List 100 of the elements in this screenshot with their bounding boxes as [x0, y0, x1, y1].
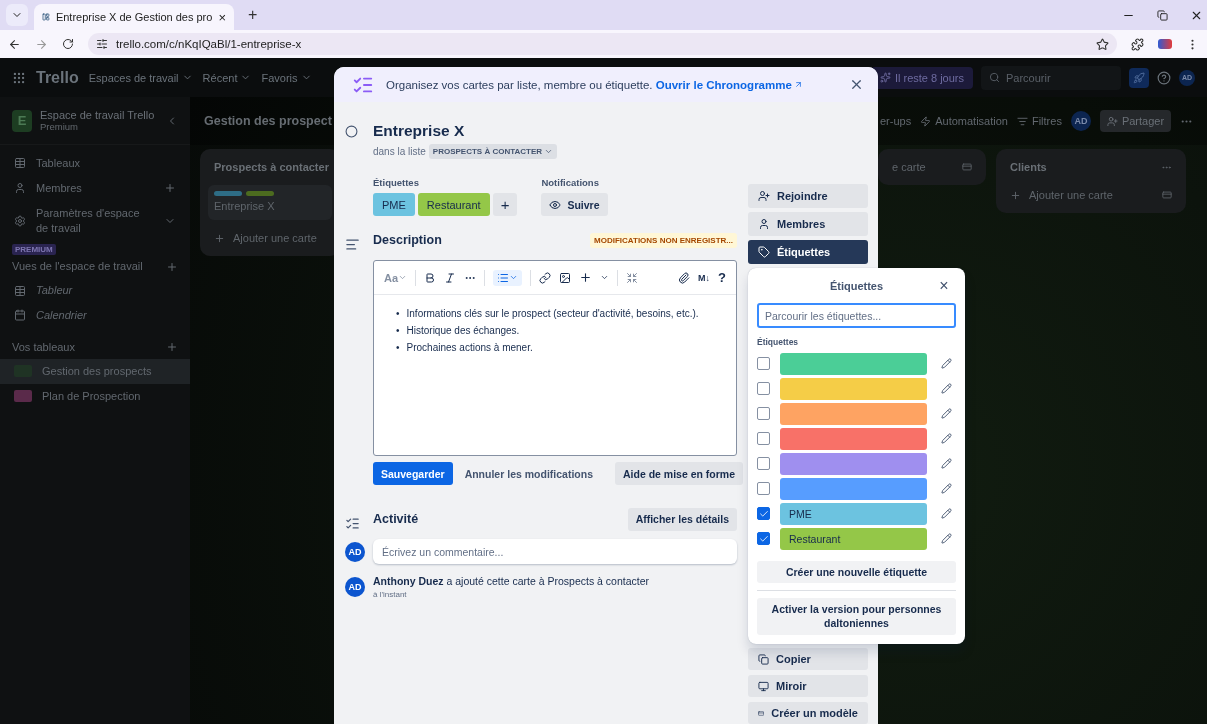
- add-card-button[interactable]: Ajouter une carte: [233, 232, 326, 244]
- list-dropdown[interactable]: PROSPECTS À CONTACTER: [428, 144, 557, 159]
- site-info-icon[interactable]: [96, 38, 108, 50]
- sidebar-board[interactable]: Plan de Prospection: [0, 383, 190, 409]
- board-tool[interactable]: Automatisation: [920, 115, 1008, 127]
- add-icon[interactable]: [166, 260, 178, 273]
- list-title[interactable]: Clients: [1010, 161, 1047, 173]
- star-icon[interactable]: [1096, 37, 1109, 51]
- board-tool[interactable]: Filtres: [1016, 115, 1062, 127]
- add-icon[interactable]: [166, 341, 178, 354]
- cancel-button[interactable]: Annuler les modifications: [462, 467, 595, 480]
- label-option[interactable]: Restaurant: [780, 527, 927, 550]
- add-label-button[interactable]: +: [492, 193, 518, 216]
- action-button[interactable]: Créer un modèle: [748, 702, 868, 724]
- action-button[interactable]: Copier: [748, 648, 868, 670]
- close-icon[interactable]: [849, 77, 864, 92]
- add-card-button[interactable]: Ajouter une carte: [1029, 189, 1154, 201]
- list-prefix: dans la liste: [373, 146, 426, 157]
- board-card[interactable]: Entreprise X: [208, 185, 332, 220]
- timeline-link[interactable]: Ouvrir le Chronogramme: [655, 78, 803, 91]
- header-menu[interactable]: Récent: [202, 71, 252, 84]
- add-icon[interactable]: [214, 232, 225, 244]
- avatar[interactable]: AD: [1070, 111, 1091, 131]
- markdown-button[interactable]: M↓: [698, 272, 711, 283]
- workspace-name[interactable]: Espace de travail Trello: [40, 109, 158, 121]
- header-menu[interactable]: Favoris: [261, 71, 312, 84]
- help-icon[interactable]: [1157, 70, 1171, 85]
- checkbox[interactable]: [757, 532, 770, 545]
- format-help-button[interactable]: Aide de mise en forme: [615, 462, 744, 485]
- tab-close[interactable]: ×: [218, 10, 226, 24]
- sidebar-board[interactable]: Gestion des prospects: [0, 358, 190, 384]
- watch-button[interactable]: Suivre: [541, 193, 608, 216]
- chevron-down-icon: [509, 273, 519, 282]
- label-chip[interactable]: PME: [373, 193, 415, 216]
- extensions-icon[interactable]: [1131, 37, 1144, 51]
- apps-icon[interactable]: [12, 70, 26, 85]
- list-title[interactable]: Prospects à contacter: [214, 161, 329, 173]
- reload-icon[interactable]: [62, 38, 74, 50]
- plus-icon[interactable]: [579, 271, 593, 284]
- description-editor[interactable]: Aa M↓ ? • Informations clés sur le prospect (secteur d'activité, besoins, etc.). • Historique des échanges. • Prochaines actions à mener.: [373, 260, 737, 456]
- label-option[interactable]: [780, 427, 927, 450]
- browser-tab[interactable]: Entreprise X de Gestion des pro ×: [34, 4, 234, 30]
- sidebar-item[interactable]: Tableur: [36, 283, 176, 299]
- action-button[interactable]: Étiquettes: [748, 240, 868, 264]
- bullet-list-button[interactable]: [493, 269, 523, 286]
- checkbox[interactable]: [757, 507, 770, 520]
- search-field[interactable]: Parcourir: [981, 65, 1121, 90]
- add-icon[interactable]: [164, 182, 176, 195]
- label-chip[interactable]: Restaurant: [417, 193, 490, 216]
- action-button[interactable]: Rejoindre: [748, 184, 868, 208]
- board-title[interactable]: Gestion des prospect: [204, 114, 334, 128]
- forward-icon[interactable]: [35, 37, 48, 51]
- checkbox[interactable]: [757, 482, 770, 495]
- add-icon[interactable]: [1010, 189, 1021, 201]
- attachment-icon[interactable]: [678, 271, 691, 284]
- status-circle-icon[interactable]: [345, 125, 358, 138]
- address-bar[interactable]: trello.com/c/nKqIQaBl/1-entreprise-x: [88, 33, 1117, 55]
- help-button[interactable]: ?: [718, 270, 726, 285]
- checkbox[interactable]: [757, 457, 770, 470]
- board-tool[interactable]: er-ups: [880, 115, 912, 127]
- person-plus-icon: [758, 190, 770, 202]
- text-style-button[interactable]: Aa: [384, 271, 408, 284]
- italic-icon[interactable]: [444, 271, 457, 284]
- save-button[interactable]: Sauvegarder: [373, 462, 453, 485]
- bold-icon[interactable]: [424, 271, 437, 284]
- checkbox[interactable]: [757, 382, 770, 395]
- restore-icon[interactable]: [1157, 9, 1168, 21]
- label-search-field[interactable]: Parcourir les étiquettes...: [757, 303, 956, 328]
- label-option[interactable]: PME: [780, 502, 927, 525]
- colorblind-button[interactable]: Activer la version pour personnes daltoniennes: [757, 598, 956, 635]
- new-tab-button[interactable]: +: [248, 6, 258, 24]
- image-icon[interactable]: [559, 271, 572, 284]
- tab-list-button[interactable]: [6, 4, 28, 26]
- section-title: Vos tableaux: [12, 339, 76, 355]
- action-button[interactable]: Membres: [748, 212, 868, 236]
- create-label-button[interactable]: Créer une nouvelle étiquette: [757, 561, 956, 584]
- back-icon[interactable]: [8, 37, 21, 51]
- header-menu[interactable]: Espaces de travail: [88, 71, 193, 84]
- label-option[interactable]: [780, 452, 927, 475]
- sidebar-item[interactable]: Membres: [36, 180, 154, 196]
- checkbox[interactable]: [757, 357, 770, 370]
- extension-icon[interactable]: [1158, 39, 1172, 49]
- sidebar-item[interactable]: Calendrier: [36, 308, 176, 323]
- checkbox[interactable]: [757, 407, 770, 420]
- add-card-button[interactable]: e carte: [892, 161, 954, 173]
- card-title[interactable]: Entreprise X: [373, 122, 465, 139]
- trello-logo[interactable]: Trello: [36, 68, 79, 87]
- checkbox[interactable]: [757, 432, 770, 445]
- link-icon[interactable]: [539, 271, 552, 284]
- popover-close-button[interactable]: ×: [932, 278, 956, 294]
- comment-field[interactable]: Écrivez un commentaire...: [373, 539, 737, 564]
- share-button[interactable]: Partager: [1099, 110, 1172, 132]
- rocket-button[interactable]: [1129, 67, 1149, 88]
- action-button[interactable]: Miroir: [748, 675, 868, 697]
- sidebar-item[interactable]: Paramètres d'espace de travail: [36, 205, 154, 236]
- details-button[interactable]: Afficher les détails: [627, 507, 737, 531]
- chevron-down-icon[interactable]: [600, 273, 610, 282]
- label-option[interactable]: [780, 477, 927, 500]
- sidebar-item[interactable]: Tableaux: [36, 156, 176, 171]
- collapse-icon[interactable]: [626, 271, 639, 284]
